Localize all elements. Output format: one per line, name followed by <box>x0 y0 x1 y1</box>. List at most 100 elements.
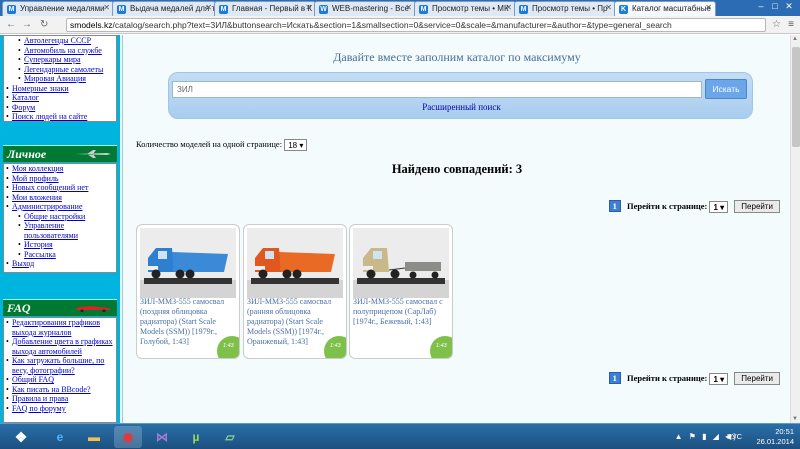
sidebar-nav-item[interactable]: Легендарные самолеты <box>4 65 116 75</box>
personal-item[interactable]: Рассылка <box>4 250 116 260</box>
browser-tab[interactable]: M Управление медалями ✕ <box>2 1 114 16</box>
advanced-search-link[interactable]: Расширенный поиск <box>169 102 754 112</box>
search-button[interactable]: Искать <box>705 79 747 99</box>
utorrent-icon[interactable]: µ <box>182 426 210 448</box>
sidebar-nav-item[interactable]: Автолегенды СССР <box>4 36 116 46</box>
close-tab-icon[interactable]: ✕ <box>305 3 312 12</box>
sidebar-nav-item[interactable]: Каталог <box>4 93 116 103</box>
personal-item[interactable]: Мой профиль <box>4 174 116 184</box>
model-photo[interactable] <box>353 228 449 298</box>
scroll-up-icon[interactable]: ▲ <box>792 36 798 42</box>
browser-tab[interactable]: M Выдача медалей для т ✕ <box>112 1 216 16</box>
visual-studio-icon[interactable]: ⋈ <box>148 426 176 448</box>
close-tab-icon[interactable]: ✕ <box>705 3 712 12</box>
clock-date: 26.01.2014 <box>756 437 794 446</box>
close-tab-icon[interactable]: ✕ <box>605 3 612 12</box>
system-clock[interactable]: РУС 20:51 26.01.2014 <box>727 427 794 447</box>
sidebar-nav-item[interactable]: Номерные знаки <box>4 84 116 94</box>
personal-item[interactable]: Мои вложения <box>4 193 116 203</box>
sidebar-nav-item[interactable]: Суперкары мира <box>4 55 116 65</box>
personal-item[interactable]: Выход <box>4 259 116 269</box>
faq-item[interactable]: Редактирования графиков выхода журналов <box>4 318 116 337</box>
personal-item[interactable]: Администрирование <box>4 202 116 212</box>
star-icon[interactable]: ☆ <box>772 19 781 30</box>
scrollbar-thumb[interactable] <box>792 47 800 147</box>
goto-page-select[interactable]: 1 ▾ <box>709 201 729 214</box>
per-page-label: Количество моделей на одной странице: <box>136 139 283 149</box>
faq-item[interactable]: Как загружать большие, по весу, фотограф… <box>4 356 116 375</box>
close-tab-icon[interactable]: ✕ <box>505 3 512 12</box>
sidebar-nav-item[interactable]: Форум <box>4 103 116 113</box>
input-language[interactable]: РУС <box>727 432 742 441</box>
browser-tab-active[interactable]: K Каталог масштабные ✕ <box>614 1 716 16</box>
personal-item[interactable]: Новых сообщений нет <box>4 183 116 193</box>
browser-tab[interactable]: M Просмотр темы • Пр ✕ <box>514 1 616 16</box>
page-scrollbar[interactable]: ▲ ▼ <box>790 35 800 423</box>
notepad-icon[interactable]: ▱ <box>216 426 244 448</box>
address-bar[interactable]: smodels.kz/catalog/search.php?text=ЗИЛ&b… <box>66 18 766 32</box>
windows-taskbar: ❖ e ▬ ◉ ⋈ µ ▱ ▲ ⚑ ▮ ◢ ◀) РУС 20:51 26.01… <box>0 423 800 449</box>
race-car-icon <box>75 306 111 312</box>
main-content: Давайте вместе заполним каталог по макси… <box>122 35 800 423</box>
model-photo[interactable] <box>140 228 236 298</box>
forward-arrow-icon[interactable]: → <box>22 19 32 30</box>
browser-tab[interactable]: W WEB-mastering - Все ✕ <box>314 1 416 16</box>
faq-item[interactable]: FAQ по форуму <box>4 404 116 414</box>
personal-menu-list: Моя коллекцияМой профильНовых сообщений … <box>4 164 116 269</box>
sidebar-nav-item[interactable]: Автомобиль на службе <box>4 46 116 56</box>
pager-bottom: 1 Перейти к странице: 1 ▾ Перейти <box>608 372 780 386</box>
scale-label: 1:43 <box>436 343 447 349</box>
search-input[interactable]: ЗИЛ <box>172 81 702 98</box>
url-host: smodels.kz <box>70 20 113 30</box>
model-card[interactable]: ЗИЛ-ММЗ-555 самосвал (ранняя облицовка р… <box>243 224 347 359</box>
tab-label: Управление медалями <box>20 4 105 13</box>
close-tab-icon[interactable]: ✕ <box>103 3 110 12</box>
minimize-icon[interactable]: – <box>754 1 768 11</box>
personal-item[interactable]: Моя коллекция <box>4 164 116 174</box>
model-card[interactable]: ЗИЛ-ММЗ-555 самосвал с полуприцепом (Сар… <box>349 224 453 359</box>
file-explorer-icon[interactable]: ▬ <box>80 426 108 448</box>
personal-item[interactable]: История <box>4 240 116 250</box>
faq-item[interactable]: Правила и права <box>4 394 116 404</box>
faq-item[interactable]: Общий FAQ <box>4 375 116 385</box>
site-favicon-icon: M <box>7 5 16 14</box>
airplane-icon <box>75 150 111 158</box>
pager-top: 1 Перейти к странице: 1 ▾ Перейти <box>608 200 780 214</box>
hamburger-menu-icon[interactable]: ≡ <box>788 19 794 30</box>
sidebar-nav-list: Автолегенды СССРАвтомобиль на службеСупе… <box>4 36 116 122</box>
browser-tab[interactable]: M Просмотр темы • МК ✕ <box>414 1 516 16</box>
personal-panel-header: Личное <box>3 145 117 162</box>
per-page-select[interactable]: 18 ▾ <box>284 139 308 152</box>
maximize-icon[interactable]: □ <box>768 1 782 11</box>
start-button-icon[interactable]: ❖ <box>4 426 38 448</box>
close-tab-icon[interactable]: ✕ <box>405 3 412 12</box>
browser-toolbar: ← → ↻ smodels.kz/catalog/search.php?text… <box>0 16 800 34</box>
goto-page-button[interactable]: Перейти <box>734 372 780 385</box>
personal-item[interactable]: Общие настройки <box>4 212 116 222</box>
browser-tab[interactable]: M Главная - Первый в К ✕ <box>214 1 316 16</box>
faq-item[interactable]: Как писать на BBcode? <box>4 385 116 395</box>
goto-page-label: Перейти к странице: <box>627 373 708 383</box>
goto-page-button[interactable]: Перейти <box>734 200 780 213</box>
model-card[interactable]: ЗИЛ-ММЗ-555 самосвал (поздняя облицовка … <box>136 224 240 359</box>
personal-item[interactable]: Управление пользователями <box>4 221 116 240</box>
internet-explorer-icon[interactable]: e <box>46 426 74 448</box>
goto-page-value: 1 <box>713 203 718 213</box>
model-photo[interactable] <box>247 228 343 298</box>
scroll-down-icon[interactable]: ▼ <box>792 416 798 422</box>
sidebar-nav-item[interactable]: Мировая Авиация <box>4 74 116 84</box>
reload-icon[interactable]: ↻ <box>40 19 48 30</box>
faq-item[interactable]: Добавление цвета в графиках выхода автом… <box>4 337 116 356</box>
results-count-heading: Найдено совпадений: 3 <box>391 162 523 176</box>
goto-page-value: 1 <box>713 375 718 385</box>
current-page-indicator[interactable]: 1 <box>608 200 621 212</box>
sidebar-nav-item[interactable]: Поиск людей на сайте <box>4 112 116 122</box>
current-page-indicator[interactable]: 1 <box>608 372 621 384</box>
back-arrow-icon[interactable]: ← <box>6 19 16 30</box>
close-tab-icon[interactable]: ✕ <box>205 3 212 12</box>
model-description[interactable]: ЗИЛ-ММЗ-555 самосвал с полуприцепом (Сар… <box>353 297 451 327</box>
faq-panel: Редактирования графиков выхода журналовД… <box>3 317 117 423</box>
goto-page-select[interactable]: 1 ▾ <box>709 373 729 386</box>
chrome-icon[interactable]: ◉ <box>114 426 142 448</box>
close-window-icon[interactable]: ✕ <box>782 1 796 12</box>
